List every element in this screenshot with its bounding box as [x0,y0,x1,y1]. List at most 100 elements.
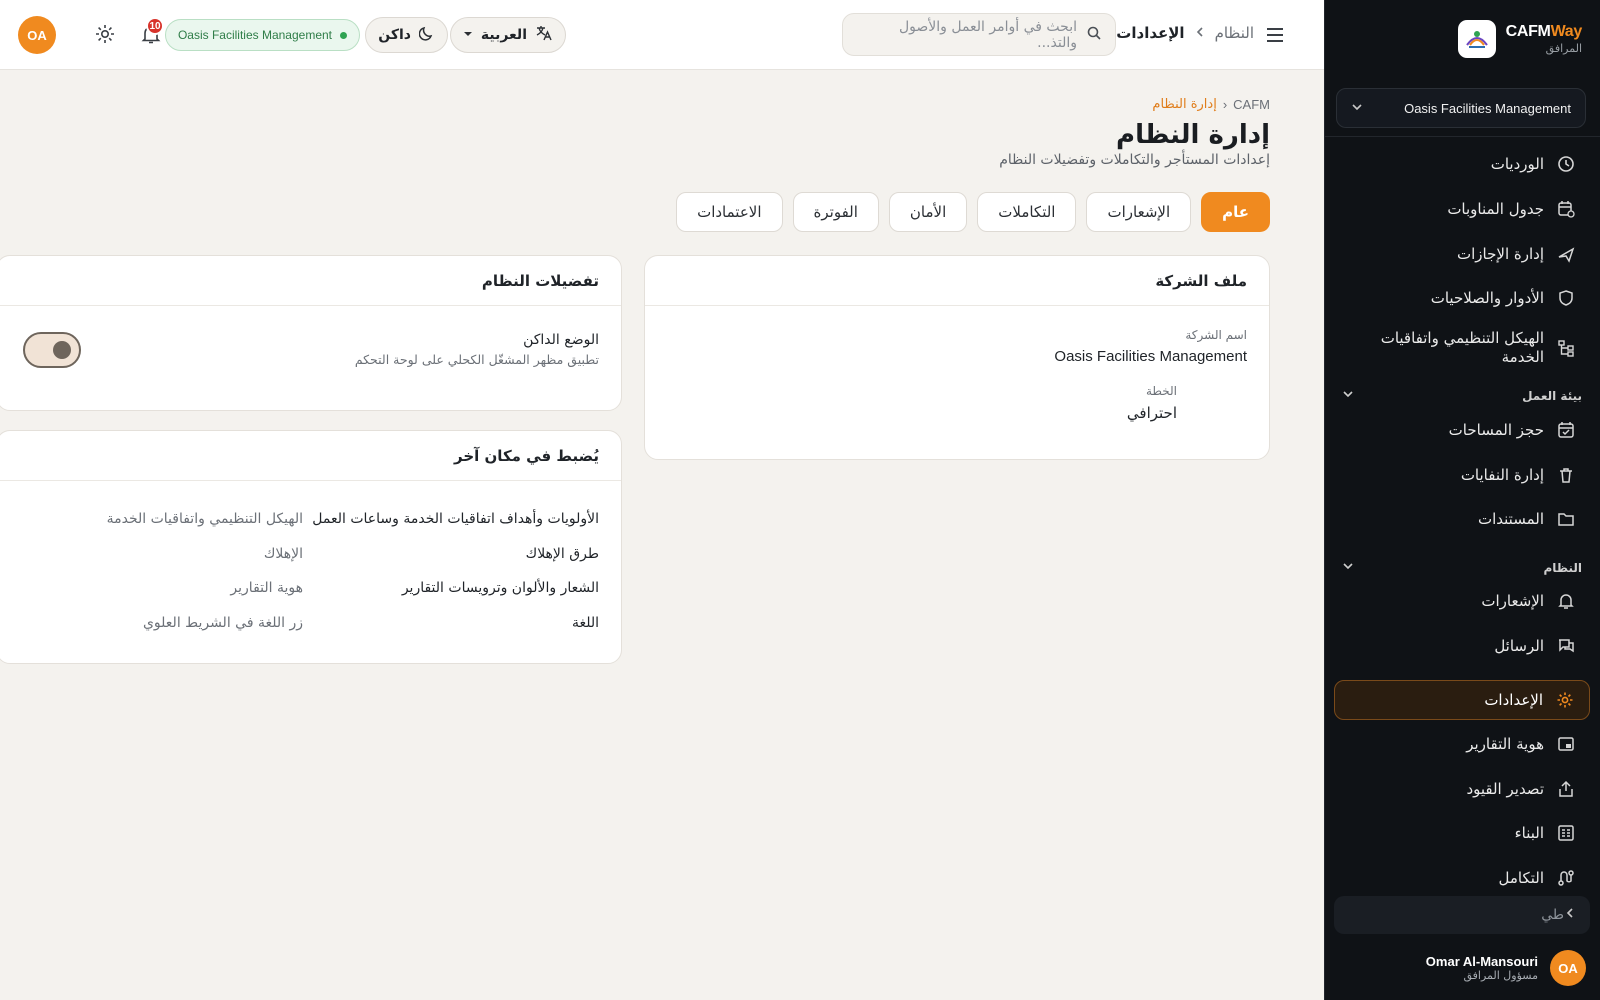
setting-location[interactable]: زر اللغة في الشريط العلوي [143,615,303,631]
setting-location[interactable]: الإهلاك [264,546,303,562]
sidebar-collapse-button[interactable]: طي [1334,896,1590,934]
topbar: النظام الإعدادات ابحث في أوامر العمل وال… [0,0,1324,70]
company-name-label: اسم الشركة [1185,328,1247,342]
tab-general[interactable]: عام [1201,192,1270,232]
section-label: النظام [1543,560,1582,575]
avatar: OA [1550,950,1586,986]
breadcrumb-parent[interactable]: النظام [1215,24,1254,42]
building-icon [1556,823,1576,843]
notifications-button[interactable]: 10 [138,17,164,49]
org-chart-icon [1556,338,1576,358]
folder-icon [1556,509,1576,529]
theme-label: داكن [378,27,411,43]
section-label: بيئة العمل [1522,388,1582,403]
caret-down-icon [463,27,473,43]
sidebar-item-waste[interactable]: إدارة النفايات [1334,455,1590,495]
sidebar-item-build[interactable]: البناء [1334,813,1590,853]
gear-icon [94,25,116,49]
section-system[interactable]: النظام [1342,560,1582,575]
configured-elsewhere-card: يُضبط في مكان آخر الأولويات وأهداف اتفاق… [0,430,622,664]
trash-icon [1556,465,1576,485]
setting-location[interactable]: هوية التقارير [230,580,303,596]
calendar-clock-icon [1556,199,1576,219]
page-title: إدارة النظام [1116,120,1270,150]
shield-icon [1556,288,1576,308]
sidebar-item-journal-export[interactable]: تصدير القيود [1334,769,1590,809]
sidebar-item-label: الأدوار والصلاحيات [1430,289,1544,307]
sidebar: CAFMWay المرافق Oasis Facilities Managem… [1324,0,1600,1000]
gear-icon [1555,690,1575,710]
calendar-check-icon [1556,420,1576,440]
list-item: طرق الإهلاك الإهلاك [0,546,599,562]
dark-mode-toggle[interactable] [23,332,81,368]
sidebar-item-leave[interactable]: إدارة الإجازات [1334,234,1590,274]
chevron-left-icon: ‹ [1222,97,1228,112]
brand-text: CAFMWay المرافق [1505,23,1583,55]
setting-name: اللغة [571,615,599,631]
tab-integrations[interactable]: التكاملات [977,192,1077,232]
sidebar-item-label: إدارة النفايات [1460,466,1544,484]
sidebar-item-report-branding[interactable]: هوية التقارير [1334,724,1590,764]
theme-toggle-button[interactable]: داكن [365,17,448,53]
status-dot [340,31,347,39]
list-item: الأولويات وأهداف اتفاقيات الخدمة وساعات … [0,511,599,527]
bell-icon [140,26,162,49]
sidebar-item-label: حجز المساحات [1448,421,1544,439]
tenant-select[interactable]: Oasis Facilities Management [1336,88,1586,128]
tab-notifications[interactable]: الإشعارات [1086,192,1192,232]
sidebar-item-shifts[interactable]: الورديات [1334,144,1590,184]
setting-name: الشعار والألوان وترويسات التقارير [401,580,599,596]
card-title: ملف الشركة [645,256,1269,306]
sidebar-item-notifications[interactable]: الإشعارات [1334,581,1590,621]
company-name-value: Oasis Facilities Management [1054,348,1247,365]
sidebar-item-roles[interactable]: الأدوار والصلاحيات [1334,278,1590,318]
tab-billing[interactable]: الفوترة [792,192,879,232]
sidebar-item-integration[interactable]: التكامل [1334,858,1590,898]
sidebar-user[interactable]: OA Omar Al-Mansouri مسؤول المرافق [1426,950,1586,986]
settings-button[interactable] [92,23,116,47]
card-title: تفضيلات النظام [0,256,621,306]
chevron-down-icon [1342,388,1354,403]
dark-mode-title: الوضع الداكن [523,332,599,348]
brand-subtitle: المرافق [1545,42,1582,55]
avatar[interactable]: OA [18,16,56,54]
section-work-environment[interactable]: بيئة العمل [1342,388,1582,403]
settings-tabs: عام الإشعارات التكاملات الأمان الفوترة ا… [676,192,1270,232]
search-input[interactable]: ابحث في أوامر العمل والأصول والتذ... [842,13,1116,56]
language-switcher[interactable]: العربية [449,17,566,53]
breadcrumb-current: الإعدادات [1116,24,1185,42]
sidebar-item-documents[interactable]: المستندات [1334,499,1590,539]
chevron-left-icon [1564,907,1576,923]
sidebar-item-rota[interactable]: جدول المناوبات [1334,189,1590,229]
tab-security[interactable]: الأمان [888,192,968,232]
setting-name: طرق الإهلاك [525,546,599,562]
sidebar-item-settings[interactable]: الإعدادات [1334,680,1590,720]
breadcrumb-root[interactable]: CAFM [1233,97,1270,112]
brand-name: CAFMWay [1505,23,1583,40]
brand[interactable]: CAFMWay المرافق [1457,20,1583,58]
layout-icon [1556,734,1576,754]
breadcrumb-current[interactable]: إدارة النظام [1152,97,1216,112]
notification-count-badge: 10 [146,17,164,35]
tenant-status-badge[interactable]: Oasis Facilities Management [164,19,360,51]
setting-location[interactable]: الهيكل التنظيمي واتفاقيات الخدمة [107,511,303,527]
plan-label: الخطة [1145,384,1177,398]
sidebar-item-label: هوية التقارير [1466,735,1544,753]
page-subtitle: إعدادات المستأجر والتكاملات وتفضيلات الن… [999,152,1270,168]
sidebar-item-space-booking[interactable]: حجز المساحات [1334,410,1590,450]
chevron-down-icon [1351,101,1363,116]
sidebar-item-label: المستندات [1477,510,1544,528]
plan-field: الخطة احترافي [1127,384,1177,422]
sidebar-item-messages[interactable]: الرسائل [1334,626,1590,666]
chevron-down-icon [1342,560,1354,575]
system-preferences-card: تفضيلات النظام الوضع الداكن تطبيق مظهر ا… [0,255,622,411]
sidebar-item-label: إدارة الإجازات [1457,245,1544,263]
tenant-select-value: Oasis Facilities Management [1404,100,1571,116]
menu-icon[interactable] [1264,24,1286,46]
plan-value: احترافي [1126,404,1177,422]
plane-icon [1556,244,1576,264]
tab-approvals[interactable]: الاعتمادات [676,192,783,232]
breadcrumb: CAFM ‹ إدارة النظام [1152,97,1270,112]
sidebar-item-org-sla[interactable]: الهيكل التنظيمي واتفاقيات الخدمة [1334,324,1590,372]
setting-name: الأولويات وأهداف اتفاقيات الخدمة وساعات … [312,511,599,527]
